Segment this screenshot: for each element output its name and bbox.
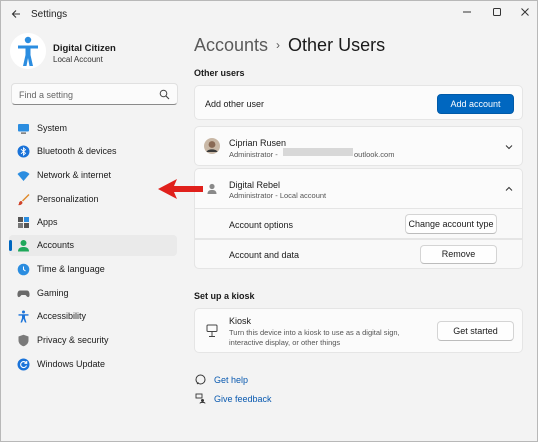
sidebar-item-label: Accessibility xyxy=(37,311,87,321)
user-detail-prefix: Administrator - xyxy=(229,150,278,159)
sidebar-item-label: Privacy & security xyxy=(37,335,109,345)
sidebar-item-label: Accounts xyxy=(37,240,75,250)
title-bar: Settings xyxy=(1,1,537,29)
kiosk-description-1: Turn this device into a kiosk to use as … xyxy=(229,328,400,337)
minimize-icon[interactable] xyxy=(453,5,481,23)
remove-button[interactable]: Remove xyxy=(420,245,497,264)
breadcrumb-separator-icon: › xyxy=(276,38,281,52)
search-icon[interactable] xyxy=(159,89,170,100)
sidebar-item-label: Apps xyxy=(37,217,58,227)
other-users-heading: Other users xyxy=(194,68,245,78)
sidebar-item-personalization[interactable]: Personalization xyxy=(9,189,177,210)
bluetooth-icon xyxy=(17,145,30,158)
user-detail: Administrator - Local account xyxy=(229,191,327,200)
sidebar-item-network[interactable]: Network & internet xyxy=(9,165,177,186)
sidebar-item-label: Personalization xyxy=(37,194,99,204)
user-photo-avatar xyxy=(204,138,220,154)
profile-account-type: Local Account xyxy=(53,55,103,64)
app-title: Settings xyxy=(31,9,68,20)
settings-window: Settings Digital Citizen Local Account F… xyxy=(0,0,538,442)
kiosk-description-2: interactive display, or other things xyxy=(229,338,341,347)
brush-icon xyxy=(18,194,30,206)
user-name: Ciprian Rusen xyxy=(229,138,287,148)
account-and-data-row: Account and data Remove xyxy=(194,239,523,269)
get-help-link[interactable]: Get help xyxy=(214,375,248,385)
add-other-user-label: Add other user xyxy=(205,99,265,109)
add-account-button[interactable]: Add account xyxy=(437,94,514,114)
sidebar-item-gaming[interactable]: Gaming xyxy=(9,283,177,304)
sidebar-item-accessibility[interactable]: Accessibility xyxy=(9,306,177,327)
account-options-row: Account options Change account type xyxy=(194,208,523,239)
globe-clock-icon xyxy=(17,263,30,276)
account-and-data-label: Account and data xyxy=(229,250,300,260)
annotation-arrow xyxy=(158,179,203,199)
apps-icon xyxy=(18,217,29,228)
redacted-email-block xyxy=(283,148,353,156)
kiosk-heading: Set up a kiosk xyxy=(194,291,255,301)
gamepad-icon xyxy=(17,290,30,298)
profile-name: Digital Citizen xyxy=(53,43,116,54)
user-card-ciprian[interactable]: Ciprian Rusen Administrator - outlook.co… xyxy=(194,126,523,166)
close-icon[interactable] xyxy=(511,5,538,23)
profile-avatar[interactable] xyxy=(10,33,46,69)
sidebar-item-apps[interactable]: Apps xyxy=(9,212,177,233)
back-arrow-icon[interactable] xyxy=(9,8,23,22)
user-default-avatar-icon xyxy=(207,183,217,194)
accessibility-person-logo-icon xyxy=(10,33,46,69)
sidebar-item-label: Time & language xyxy=(37,264,105,274)
kiosk-icon xyxy=(206,324,218,337)
sidebar-item-bluetooth[interactable]: Bluetooth & devices xyxy=(9,141,177,162)
sidebar-item-label: System xyxy=(37,123,68,133)
kiosk-card[interactable]: Kiosk Turn this device into a kiosk to u… xyxy=(194,308,523,353)
sidebar-item-label: Network & internet xyxy=(37,170,112,180)
page-title: Other Users xyxy=(288,35,386,55)
update-icon xyxy=(17,358,30,371)
chevron-up-icon[interactable] xyxy=(504,184,514,194)
breadcrumb-parent[interactable]: Accounts xyxy=(194,35,268,55)
sidebar-item-privacy[interactable]: Privacy & security xyxy=(9,330,177,351)
chevron-down-icon[interactable] xyxy=(504,142,514,152)
add-other-user-card: Add other user Add account xyxy=(194,85,523,120)
kiosk-title: Kiosk xyxy=(229,316,252,326)
account-options-label: Account options xyxy=(229,220,294,230)
sidebar-item-windows-update[interactable]: Windows Update xyxy=(9,354,177,375)
sidebar-item-system[interactable]: System xyxy=(9,118,177,139)
get-started-button[interactable]: Get started xyxy=(437,321,514,341)
user-name: Digital Rebel xyxy=(229,180,281,190)
give-feedback-link[interactable]: Give feedback xyxy=(214,394,272,404)
person-icon xyxy=(18,240,29,252)
wifi-icon xyxy=(17,171,30,181)
change-account-type-button[interactable]: Change account type xyxy=(405,214,497,234)
sidebar-item-accounts[interactable]: Accounts xyxy=(9,235,177,256)
user-detail-suffix: outlook.com xyxy=(354,150,395,159)
sidebar-item-label: Gaming xyxy=(37,288,69,298)
sidebar-item-label: Windows Update xyxy=(37,359,106,369)
breadcrumb: Accounts › Other Users xyxy=(194,35,385,56)
shield-icon xyxy=(18,334,29,347)
help-icon xyxy=(195,374,206,385)
maximize-icon[interactable] xyxy=(483,5,511,23)
accessibility-icon xyxy=(18,310,29,323)
monitor-icon xyxy=(18,124,29,134)
sidebar-item-label: Bluetooth & devices xyxy=(37,146,117,156)
feedback-icon xyxy=(195,393,206,404)
sidebar-item-time-language[interactable]: Time & language xyxy=(9,259,177,280)
search-box[interactable]: Find a setting xyxy=(11,83,178,105)
search-input[interactable]: Find a setting xyxy=(19,90,73,100)
active-indicator xyxy=(9,240,12,251)
